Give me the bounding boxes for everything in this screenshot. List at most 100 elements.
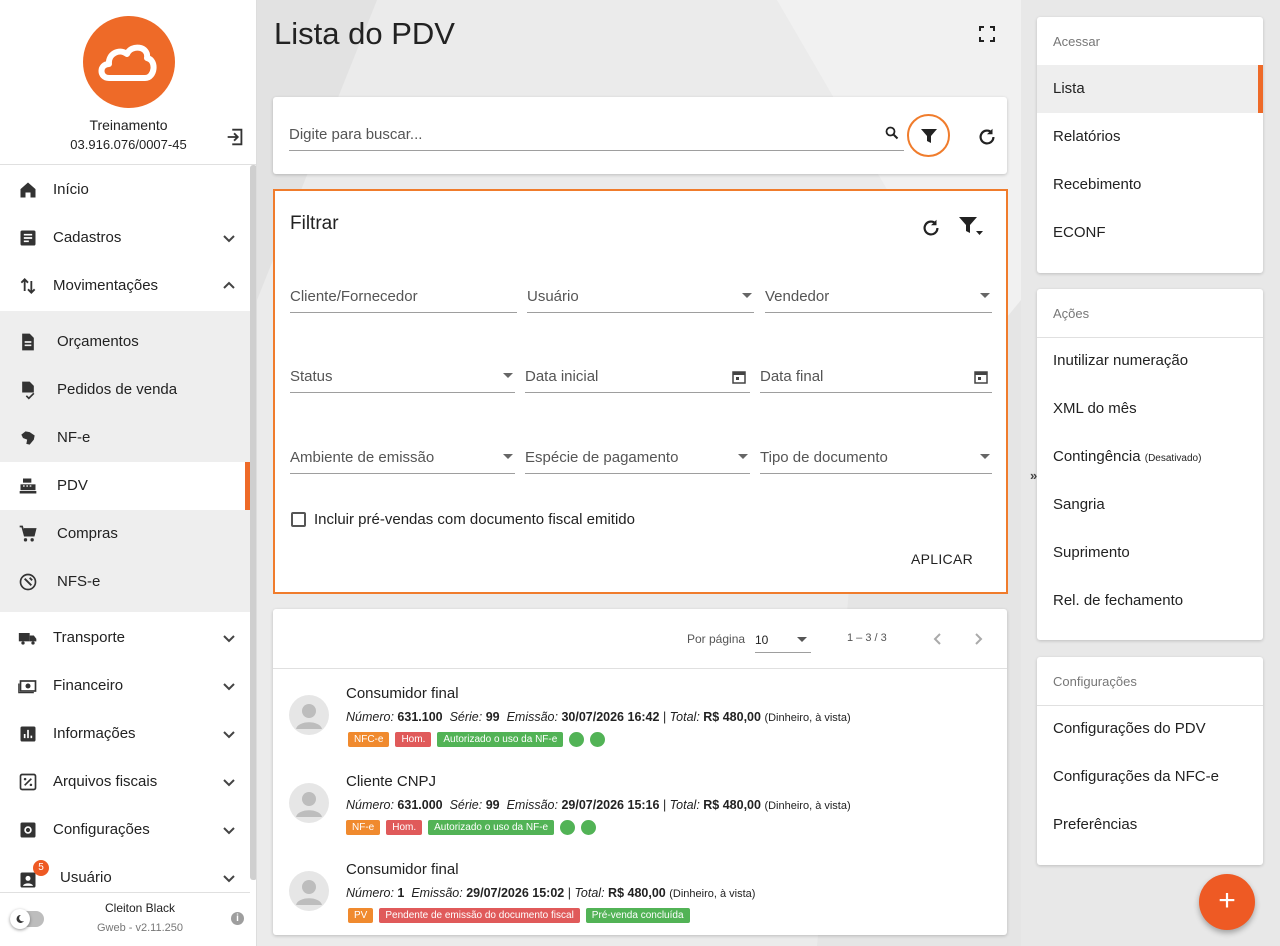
sidebar-item-label: PDV bbox=[57, 477, 88, 494]
chevron-down-icon bbox=[223, 731, 235, 739]
sidebar-item-compras[interactable]: Compras bbox=[0, 510, 250, 558]
apply-filter-button[interactable]: APLICAR bbox=[911, 551, 973, 567]
dropdown-arrow-icon bbox=[742, 293, 752, 298]
sidebar-item-label: NF-e bbox=[57, 429, 91, 446]
sidebar-item-financeiro[interactable]: Financeiro bbox=[0, 662, 250, 710]
avatar bbox=[289, 783, 329, 823]
environment-badge: Hom. bbox=[395, 732, 432, 747]
acoes-card: Ações Inutilizar numeração XML do mês Co… bbox=[1037, 289, 1263, 640]
pagination-bar: Por página 10 1 – 3 / 3 bbox=[273, 609, 1007, 669]
sidebar-item-cadastros[interactable]: Cadastros bbox=[0, 214, 250, 262]
status-badge: Pré-venda concluída bbox=[585, 908, 690, 923]
notification-badge: 5 bbox=[33, 860, 49, 876]
list-box-icon bbox=[20, 230, 36, 246]
sidebar-footer: Cleiton Black Gweb - v2.11.250 i bbox=[0, 892, 250, 946]
filter-menu-icon[interactable] bbox=[958, 215, 984, 239]
sidebar-item-orcamentos[interactable]: Orçamentos bbox=[0, 318, 250, 366]
search-card bbox=[273, 97, 1007, 174]
doc-type-badge: PV bbox=[348, 908, 374, 923]
sidebar-item-label: Arquivos fiscais bbox=[53, 773, 158, 790]
dark-mode-toggle[interactable] bbox=[10, 909, 44, 929]
row-customer-name: Cliente CNPJ bbox=[346, 773, 437, 790]
link-config-nfce[interactable]: Configurações da NFC-e bbox=[1037, 753, 1263, 801]
link-suprimento[interactable]: Suprimento bbox=[1037, 529, 1263, 577]
link-contingencia[interactable]: Contingência (Desativado) bbox=[1037, 433, 1263, 481]
sidebar-item-arquivos-fiscais[interactable]: Arquivos fiscais bbox=[0, 758, 250, 806]
main-content: Lista do PDV Filtrar C bbox=[257, 0, 1021, 946]
reset-filter-icon[interactable] bbox=[920, 217, 942, 239]
row-details: Número: 1 Emissão: 29/07/2026 15:02 | To… bbox=[346, 886, 756, 900]
sidebar-item-label: Início bbox=[53, 181, 89, 198]
info-icon[interactable]: i bbox=[231, 912, 244, 925]
tipo-documento-select[interactable]: Tipo de documento bbox=[760, 442, 992, 474]
sidebar-item-label: Informações bbox=[53, 725, 136, 742]
usuario-select[interactable]: Usuário bbox=[527, 281, 754, 313]
dropdown-arrow-icon bbox=[980, 454, 990, 459]
link-xml-do-mes[interactable]: XML do mês bbox=[1037, 385, 1263, 433]
link-lista[interactable]: Lista bbox=[1037, 65, 1263, 113]
sidebar-item-label: Orçamentos bbox=[57, 333, 139, 350]
especie-pagamento-select[interactable]: Espécie de pagamento bbox=[525, 442, 750, 474]
money-circle-icon[interactable] bbox=[581, 820, 597, 835]
sidebar-item-pedidos-de-venda[interactable]: Pedidos de venda bbox=[0, 366, 250, 414]
link-rel-fechamento[interactable]: Rel. de fechamento bbox=[1037, 577, 1263, 625]
link-config-pdv[interactable]: Configurações do PDV bbox=[1037, 705, 1263, 753]
calendar-icon[interactable] bbox=[974, 370, 988, 384]
filter-toggle-button[interactable] bbox=[907, 114, 950, 157]
sidebar-scrollbar[interactable] bbox=[250, 165, 256, 880]
sidebar-item-pdv[interactable]: PDV bbox=[0, 462, 250, 510]
link-preferencias[interactable]: Preferências bbox=[1037, 801, 1263, 849]
sidebar-item-nfe[interactable]: NF-e bbox=[0, 414, 250, 462]
sidebar-item-inicio[interactable]: Início bbox=[0, 166, 250, 214]
vendedor-select[interactable]: Vendedor bbox=[765, 281, 992, 313]
sidebar-item-nfse[interactable]: NFS-e bbox=[0, 558, 250, 606]
calendar-icon[interactable] bbox=[732, 370, 746, 384]
filter-title: Filtrar bbox=[290, 213, 339, 234]
link-sangria[interactable]: Sangria bbox=[1037, 481, 1263, 529]
receipt-icon[interactable] bbox=[569, 732, 585, 747]
gear-box-icon bbox=[20, 822, 36, 838]
data-inicial-field[interactable]: Data inicial bbox=[525, 361, 750, 393]
list-item[interactable]: Cliente CNPJ Número: 631.000 Série: 99 E… bbox=[273, 759, 1007, 847]
link-recebimento[interactable]: Recebimento bbox=[1037, 161, 1263, 209]
search-input[interactable] bbox=[289, 119, 904, 151]
money-circle-icon[interactable] bbox=[590, 732, 606, 747]
row-tags: PV Pendente de emissão do documento fisc… bbox=[348, 908, 690, 923]
company-logo[interactable] bbox=[83, 16, 175, 108]
list-item[interactable]: Consumidor final Número: 631.100 Série: … bbox=[273, 671, 1007, 759]
per-page-select[interactable]: 10 bbox=[755, 627, 811, 653]
document-icon bbox=[22, 333, 34, 351]
sidebar-item-label: Transporte bbox=[53, 629, 125, 646]
search-icon[interactable] bbox=[885, 126, 899, 140]
list-item[interactable]: Consumidor final Número: 1 Emissão: 29/0… bbox=[273, 847, 1007, 935]
sidebar-item-label: NFS-e bbox=[57, 573, 101, 590]
config-title: Configurações bbox=[1053, 674, 1137, 689]
include-prevendas-checkbox[interactable] bbox=[291, 512, 306, 527]
receipt-icon[interactable] bbox=[560, 820, 576, 835]
ambiente-emissao-select[interactable]: Ambiente de emissão bbox=[290, 442, 515, 474]
link-relatorios[interactable]: Relatórios bbox=[1037, 113, 1263, 161]
chevron-left-icon[interactable] bbox=[930, 631, 946, 647]
fullscreen-icon[interactable] bbox=[978, 25, 996, 43]
include-prevendas-label[interactable]: Incluir pré-vendas com documento fiscal … bbox=[314, 511, 635, 528]
add-button[interactable]: + bbox=[1199, 874, 1255, 930]
link-econf[interactable]: ECONF bbox=[1037, 209, 1263, 257]
dropdown-arrow-icon bbox=[503, 454, 513, 459]
sidebar: Treinamento 03.916.076/0007-45 Início Ca… bbox=[0, 0, 257, 946]
dropdown-arrow-icon bbox=[797, 637, 807, 642]
switch-company-icon[interactable] bbox=[224, 126, 246, 148]
cliente-fornecedor-field[interactable]: Cliente/Fornecedor bbox=[290, 281, 517, 313]
sidebar-item-movimentacoes[interactable]: Movimentações bbox=[0, 262, 250, 310]
link-inutilizar-numeracao[interactable]: Inutilizar numeração bbox=[1037, 337, 1263, 385]
data-final-field[interactable]: Data final bbox=[760, 361, 992, 393]
sidebar-item-transporte[interactable]: Transporte bbox=[0, 614, 250, 662]
moon-icon bbox=[10, 909, 30, 929]
row-tags: NF-e Hom. Autorizado o uso da NF-e bbox=[346, 820, 597, 835]
refresh-icon[interactable] bbox=[976, 126, 998, 148]
chevron-right-icon[interactable] bbox=[970, 631, 986, 647]
status-select[interactable]: Status bbox=[290, 361, 515, 393]
sidebar-item-informacoes[interactable]: Informações bbox=[0, 710, 250, 758]
company-name: Treinamento bbox=[89, 117, 168, 133]
sidebar-item-configuracoes[interactable]: Configurações bbox=[0, 806, 250, 854]
row-details: Número: 631.000 Série: 99 Emissão: 29/07… bbox=[346, 798, 851, 812]
